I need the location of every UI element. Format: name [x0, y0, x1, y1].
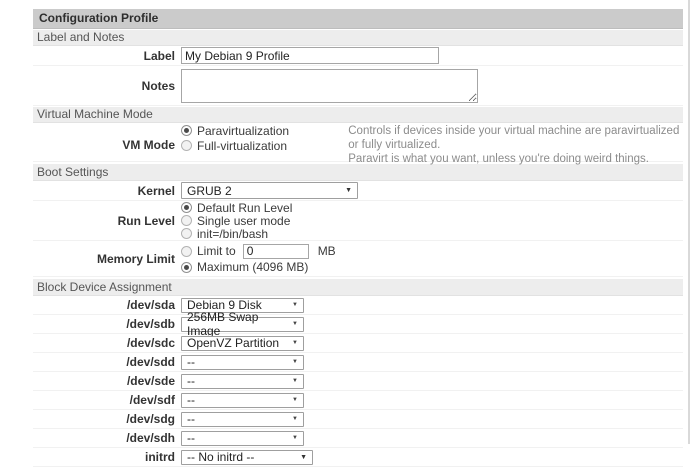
- vm-mode-help-text: Controls if devices inside your virtual …: [348, 123, 683, 166]
- select-arrow-icon: ▼: [292, 378, 298, 384]
- vm-mode-row: VM Mode Paravirtualization Full-virtuali…: [33, 123, 683, 162]
- vm-mode-help-line1: Controls if devices inside your virtual …: [348, 124, 683, 152]
- vm-mode-option-paravirtualization[interactable]: Paravirtualization: [181, 123, 348, 138]
- device-select-sdf[interactable]: -- ▼: [181, 393, 304, 408]
- select-arrow-icon: ▼: [292, 416, 298, 422]
- device-label: /dev/sdb: [33, 317, 175, 331]
- initrd-select-value: -- No initrd --: [187, 450, 254, 464]
- notes-row: Notes: [33, 66, 683, 106]
- radio-unchecked-icon[interactable]: [181, 228, 192, 239]
- device-select-value: --: [187, 355, 195, 369]
- select-arrow-icon: ▼: [292, 321, 298, 327]
- memory-limit-option-maximum[interactable]: Maximum (4096 MB): [181, 260, 683, 275]
- device-label: /dev/sda: [33, 298, 175, 312]
- device-select-sdh[interactable]: -- ▼: [181, 431, 304, 446]
- section-boot-settings: Boot Settings: [33, 164, 683, 181]
- run-level-row: Run Level Default Run Level Single user …: [33, 201, 683, 241]
- memory-limit-label: Memory Limit: [33, 252, 175, 266]
- initrd-row: initrd -- No initrd -- ▼: [33, 448, 683, 467]
- device-label: /dev/sdf: [33, 393, 175, 407]
- vm-mode-option-label: Paravirtualization: [197, 124, 289, 138]
- block-device-row-sdg: /dev/sdg -- ▼: [33, 410, 683, 429]
- block-device-row-sda: /dev/sda Debian 9 Disk ▼: [33, 296, 683, 315]
- page-title: Configuration Profile: [33, 9, 683, 29]
- device-select-value: OpenVZ Partition: [187, 336, 279, 350]
- device-select-value: 256MB Swap Image: [187, 310, 292, 338]
- vm-mode-label: VM Mode: [33, 138, 175, 152]
- block-device-row-sdd: /dev/sdd -- ▼: [33, 353, 683, 372]
- device-select-sdb[interactable]: 256MB Swap Image ▼: [181, 317, 304, 332]
- device-label: /dev/sdh: [33, 431, 175, 445]
- block-device-row-sdb: /dev/sdb 256MB Swap Image ▼: [33, 315, 683, 334]
- run-level-option-label: Default Run Level: [197, 201, 292, 215]
- vm-mode-option-label: Full-virtualization: [197, 139, 287, 153]
- section-label-and-notes: Label and Notes: [33, 30, 683, 46]
- radio-unchecked-icon[interactable]: [181, 140, 192, 151]
- select-arrow-icon: ▼: [292, 397, 298, 403]
- device-select-sdg[interactable]: -- ▼: [181, 412, 304, 427]
- select-arrow-icon: ▼: [292, 435, 298, 441]
- notes-textarea[interactable]: [181, 69, 478, 103]
- select-arrow-icon: ▼: [345, 187, 352, 194]
- memory-limit-row: Memory Limit Limit to MB Maximum (4096 M…: [33, 241, 683, 277]
- radio-checked-icon[interactable]: [181, 125, 192, 136]
- device-select-sdd[interactable]: -- ▼: [181, 355, 304, 370]
- device-label: /dev/sdg: [33, 412, 175, 426]
- block-device-row-sdh: /dev/sdh -- ▼: [33, 429, 683, 448]
- notes-field-label: Notes: [33, 79, 175, 93]
- select-arrow-icon: ▼: [292, 302, 298, 308]
- label-input[interactable]: [181, 47, 439, 64]
- run-level-option-default[interactable]: Default Run Level: [181, 201, 683, 214]
- device-label: /dev/sdd: [33, 355, 175, 369]
- device-select-sde[interactable]: -- ▼: [181, 374, 304, 389]
- initrd-select[interactable]: -- No initrd -- ▼: [181, 450, 313, 465]
- initrd-label: initrd: [33, 450, 175, 464]
- device-select-value: --: [187, 393, 195, 407]
- run-level-option-label: init=/bin/bash: [197, 227, 268, 241]
- radio-unchecked-icon[interactable]: [181, 215, 192, 226]
- page-right-border: [688, 0, 690, 444]
- block-device-row-sdf: /dev/sdf -- ▼: [33, 391, 683, 410]
- kernel-row: Kernel GRUB 2 ▼: [33, 181, 683, 201]
- configuration-profile-form: Configuration Profile Label and Notes La…: [33, 9, 683, 467]
- device-select-value: --: [187, 412, 195, 426]
- device-select-value: --: [187, 374, 195, 388]
- run-level-label: Run Level: [33, 214, 175, 228]
- kernel-select-value: GRUB 2: [187, 184, 232, 198]
- run-level-option-init-bash[interactable]: init=/bin/bash: [181, 227, 683, 240]
- label-field-label: Label: [33, 49, 175, 63]
- block-device-row-sde: /dev/sde -- ▼: [33, 372, 683, 391]
- kernel-label: Kernel: [33, 184, 175, 198]
- device-select-sdc[interactable]: OpenVZ Partition ▼: [181, 336, 304, 351]
- device-label: /dev/sde: [33, 374, 175, 388]
- device-label: /dev/sdc: [33, 336, 175, 350]
- radio-checked-icon[interactable]: [181, 202, 192, 213]
- select-arrow-icon: ▼: [292, 359, 298, 365]
- vm-mode-help-line2: Paravirt is what you want, unless you're…: [348, 152, 683, 166]
- memory-limit-option-label: Maximum (4096 MB): [197, 260, 308, 274]
- run-level-option-label: Single user mode: [197, 214, 290, 228]
- memory-limit-option-label: Limit to: [197, 244, 236, 258]
- vm-mode-option-full-virtualization[interactable]: Full-virtualization: [181, 138, 348, 153]
- device-select-value: --: [187, 431, 195, 445]
- label-row: Label: [33, 46, 683, 66]
- section-virtual-machine-mode: Virtual Machine Mode: [33, 107, 683, 123]
- select-arrow-icon: ▼: [292, 340, 298, 346]
- radio-checked-icon[interactable]: [181, 262, 192, 273]
- memory-limit-unit: MB: [318, 244, 336, 258]
- memory-limit-option-limit[interactable]: Limit to MB: [181, 243, 683, 260]
- block-device-row-sdc: /dev/sdc OpenVZ Partition ▼: [33, 334, 683, 353]
- memory-limit-input[interactable]: [243, 244, 309, 259]
- select-arrow-icon: ▼: [300, 454, 307, 461]
- kernel-select[interactable]: GRUB 2 ▼: [181, 182, 358, 199]
- section-block-device-assignment: Block Device Assignment: [33, 279, 683, 296]
- radio-unchecked-icon[interactable]: [181, 246, 192, 257]
- run-level-option-single-user[interactable]: Single user mode: [181, 214, 683, 227]
